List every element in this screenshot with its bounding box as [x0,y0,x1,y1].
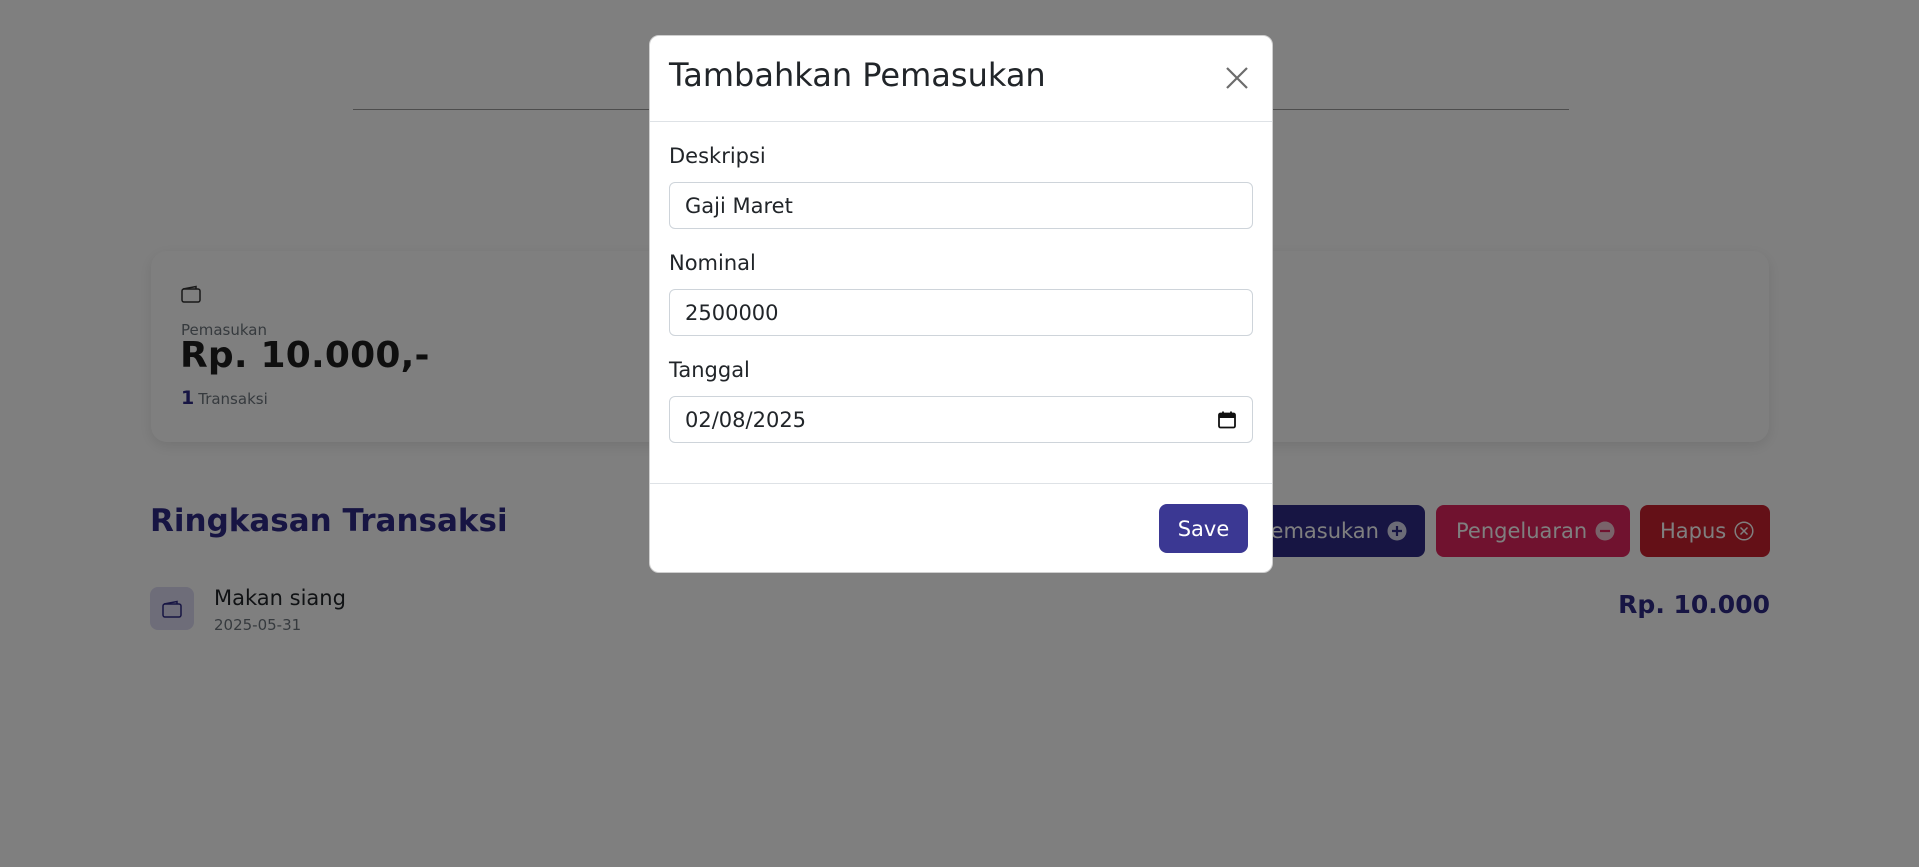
save-button[interactable]: Save [1159,504,1248,553]
description-input[interactable]: Gaji Maret [669,182,1253,229]
description-value: Gaji Maret [685,193,793,218]
date-input[interactable]: 02/08/2025 [669,396,1253,443]
calendar-icon[interactable] [1217,410,1237,430]
description-label: Deskripsi [669,144,766,168]
add-income-modal: Tambahkan Pemasukan Deskripsi Gaji Maret… [649,35,1273,573]
nominal-input[interactable]: 2500000 [669,289,1253,336]
close-icon [1226,67,1248,89]
modal-title: Tambahkan Pemasukan [669,56,1046,94]
close-button[interactable] [1218,59,1256,97]
modal-footer: Save [650,483,1272,574]
nominal-label: Nominal [669,251,756,275]
date-value: 02/08/2025 [685,407,807,432]
modal-header: Tambahkan Pemasukan [650,36,1272,122]
date-label: Tanggal [669,358,750,382]
nominal-value: 2500000 [685,300,779,325]
